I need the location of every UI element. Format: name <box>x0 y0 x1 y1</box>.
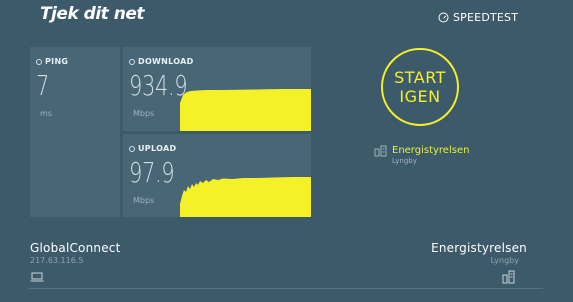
download-value: 934.9 <box>129 69 188 102</box>
laptop-icon <box>30 272 44 282</box>
logo-text-accent: net <box>113 4 145 24</box>
selected-server-city: Lyngby <box>392 157 417 165</box>
download-label-text: DOWNLOAD <box>138 57 194 66</box>
upload-value: 97.9 <box>129 156 175 189</box>
upload-unit: Mbps <box>133 196 155 205</box>
download-unit: Mbps <box>133 109 155 118</box>
ping-card: PING 7 ms <box>30 47 120 217</box>
isp-ip: 217.63.116.5 <box>30 256 84 265</box>
gauge-icon <box>438 12 449 23</box>
ping-unit: ms <box>40 109 52 118</box>
selected-server[interactable]: Energistyrelsen Lyngby <box>374 145 469 165</box>
app-logo[interactable]: Tjek dit net <box>40 4 144 24</box>
download-label: DOWNLOAD <box>129 57 194 66</box>
isp-name: GlobalConnect <box>30 241 121 255</box>
ping-icon <box>36 58 42 65</box>
upload-label-text: UPLOAD <box>138 144 177 153</box>
download-icon <box>129 58 135 65</box>
ping-label-text: PING <box>45 57 69 66</box>
upload-label: UPLOAD <box>129 144 176 153</box>
footer-server-name: Energistyrelsen <box>431 241 527 255</box>
download-card: DOWNLOAD 934.9 Mbps <box>123 47 311 131</box>
speedtest-label: SPEEDTEST <box>453 11 519 24</box>
server-icon <box>502 270 515 284</box>
start-again-button[interactable]: START IGEN <box>381 48 459 126</box>
server-icon <box>374 145 387 157</box>
footer-server-city: Lyngby <box>490 256 519 265</box>
logo-text: Tjek dit <box>40 4 114 24</box>
ping-value: 7 <box>36 69 49 102</box>
start-again-line2: IGEN <box>399 87 441 106</box>
footer-divider <box>28 288 543 289</box>
ping-label: PING <box>36 57 68 66</box>
upload-card: UPLOAD 97.9 Mbps <box>123 134 311 217</box>
selected-server-name: Energistyrelsen <box>392 145 470 156</box>
upload-icon <box>129 145 135 152</box>
speedtest-link[interactable]: SPEEDTEST <box>438 11 518 24</box>
start-again-line1: START <box>394 68 446 87</box>
